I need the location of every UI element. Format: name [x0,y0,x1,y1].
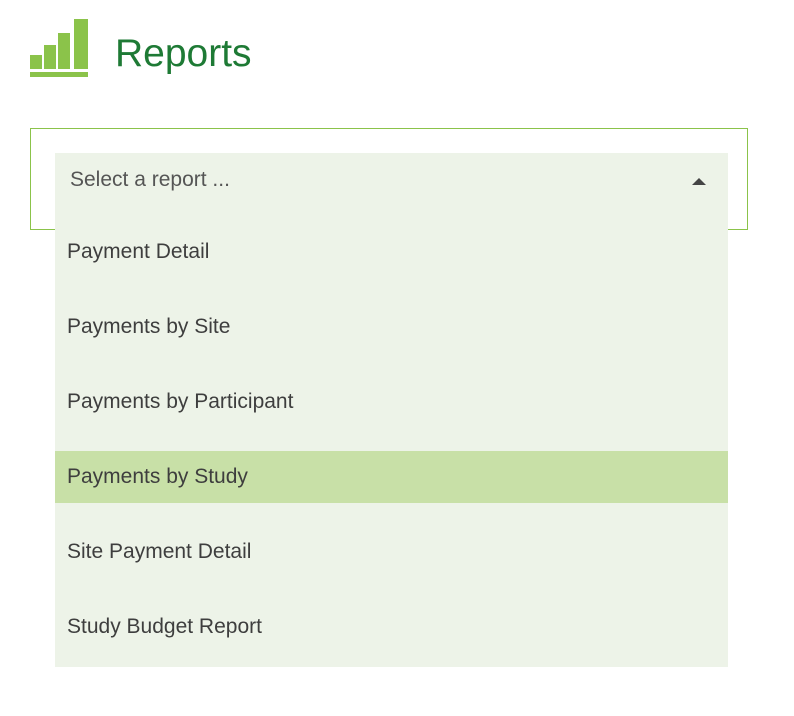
report-dropdown-list: Payment Detail Payments by Site Payments… [55,207,728,667]
option-payments-by-site[interactable]: Payments by Site [55,301,728,353]
option-payment-detail[interactable]: Payment Detail [55,226,728,278]
option-study-budget-report[interactable]: Study Budget Report [55,601,728,653]
option-payments-by-study[interactable]: Payments by Study [55,451,728,503]
option-payments-by-participant[interactable]: Payments by Participant [55,376,728,428]
page-title: Reports [115,31,252,75]
page-header: Reports [30,18,252,80]
report-select-placeholder: Select a report ... [70,168,230,191]
bar-chart-icon [30,19,90,79]
caret-up-icon[interactable] [692,178,706,185]
option-site-payment-detail[interactable]: Site Payment Detail [55,526,728,578]
report-select[interactable]: Select a report ... [55,153,728,207]
